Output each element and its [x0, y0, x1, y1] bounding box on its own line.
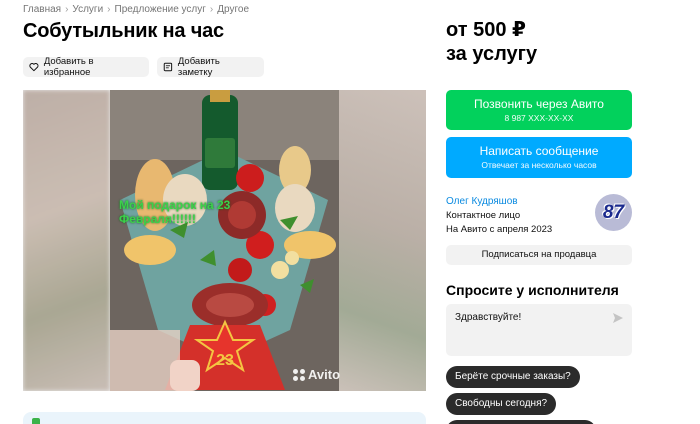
avatar[interactable]: 87	[595, 194, 632, 231]
breadcrumb-services[interactable]: Услуги	[72, 4, 103, 15]
svg-text:23: 23	[216, 352, 234, 369]
breadcrumb-separator: ›	[209, 4, 214, 15]
price-unit: за услугу	[446, 43, 538, 65]
ask-section-title: Спросите у исполнителя	[446, 282, 619, 298]
price-value: от 500 ₽	[446, 19, 526, 41]
breadcrumb-other[interactable]: Другое	[217, 4, 249, 15]
price-block: от 500 ₽ за услугу	[446, 18, 537, 66]
breadcrumb-home[interactable]: Главная	[23, 4, 61, 15]
breadcrumb-service-offers[interactable]: Предложение услуг	[115, 4, 206, 15]
call-button-label: Позвонить через Авито	[474, 97, 604, 111]
send-icon[interactable]	[612, 312, 624, 324]
call-via-avito-button[interactable]: Позвонить через Авито 8 987 XXX-XX-XX	[446, 90, 632, 130]
seller-role: Контактное лицо	[446, 210, 521, 221]
message-button-label: Написать сообщение	[479, 144, 599, 158]
add-to-favorites-button[interactable]: Добавить в избранное	[23, 56, 149, 78]
message-button-response-time: Отвечает за несколько часов	[481, 160, 597, 170]
page-title: Собутыльник на час	[23, 20, 224, 42]
photo-gallery[interactable]: 23 Мой подарок на 23 Февраля!!!!!! Avito	[23, 90, 426, 391]
avatar-text: 87	[602, 201, 625, 223]
info-banner	[23, 412, 426, 424]
breadcrumb: Главная › Услуги › Предложение услуг › Другое	[23, 4, 249, 15]
avito-logo-icon	[293, 368, 305, 381]
gallery-blur-right	[339, 90, 426, 391]
seller-name-link[interactable]: Олег Кудряшов	[446, 196, 518, 207]
quick-reply-urgent-orders[interactable]: Берёте срочные заказы?	[446, 366, 580, 388]
ask-message-input[interactable]	[455, 312, 605, 323]
add-note-label: Добавить заметку	[177, 56, 220, 78]
ask-message-box	[446, 304, 632, 356]
avito-watermark: Avito	[293, 367, 340, 382]
add-note-button[interactable]: Добавить заметку	[157, 56, 264, 78]
breadcrumb-separator: ›	[107, 4, 111, 15]
call-button-phone: 8 987 XXX-XX-XX	[504, 113, 574, 123]
gallery-blur-left	[23, 90, 110, 391]
photo-caption-overlay: Мой подарок на 23 Февраля!!!!!!	[119, 198, 231, 226]
breadcrumb-separator: ›	[65, 4, 69, 15]
seller-since: На Авито с апреля 2023	[446, 224, 553, 235]
subscribe-seller-button[interactable]: Подписаться на продавца	[446, 245, 632, 265]
add-to-favorites-label: Добавить в избранное	[43, 56, 94, 78]
note-icon	[163, 62, 173, 72]
bouquet-illustration: 23	[110, 90, 339, 391]
heart-icon	[29, 63, 39, 72]
info-banner-icon	[32, 418, 40, 424]
listing-photo[interactable]: 23	[110, 90, 339, 391]
quick-reply-free-today[interactable]: Свободны сегодня?	[446, 393, 557, 415]
quick-reply-more[interactable]	[446, 420, 596, 424]
write-message-button[interactable]: Написать сообщение Отвечает за несколько…	[446, 137, 632, 178]
avito-watermark-text: Avito	[308, 367, 341, 382]
